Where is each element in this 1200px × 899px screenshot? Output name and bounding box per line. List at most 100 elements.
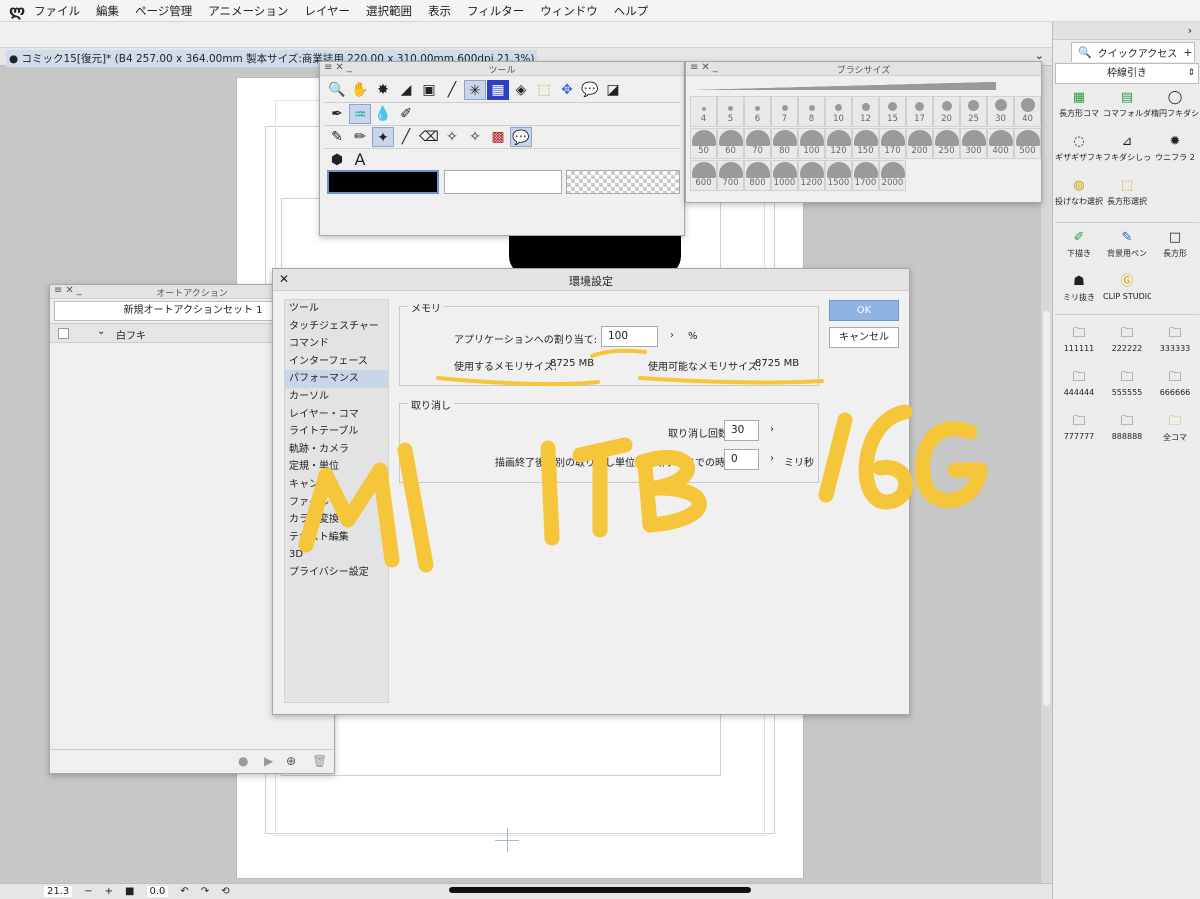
category-item[interactable]: ライトテーブル: [285, 423, 388, 441]
rotate-left-icon[interactable]: ↶: [180, 886, 188, 897]
dialog-header[interactable]: ✕ 環境設定: [273, 269, 909, 291]
sparkle-brush-2-icon[interactable]: ✧: [464, 127, 486, 147]
brush-size-cell[interactable]: 1500: [825, 160, 852, 191]
undo-count-field[interactable]: 30: [724, 420, 759, 441]
quick-access-item[interactable]: ⬚ 長方形選択: [1103, 174, 1151, 218]
line-tool-icon[interactable]: ╱: [395, 127, 417, 147]
category-item[interactable]: ツール: [285, 300, 388, 318]
add-action-icon[interactable]: ⊕: [286, 754, 296, 768]
brush-size-cell[interactable]: 15: [879, 96, 906, 127]
category-item[interactable]: パフォーマンス: [285, 370, 388, 388]
pattern-tool-icon[interactable]: ▦: [487, 80, 509, 100]
menu-edit[interactable]: 編集: [96, 3, 119, 19]
brush-size-cell[interactable]: 40: [1014, 96, 1041, 127]
brush-size-cell[interactable]: 200: [906, 128, 933, 159]
menu-filter[interactable]: フィルター: [467, 3, 524, 19]
brush-size-cell[interactable]: 30: [987, 96, 1014, 127]
pen-tool-icon[interactable]: ✒: [326, 104, 348, 124]
quick-access-item[interactable]: ◯ 楕円フキダシ: [1151, 86, 1199, 130]
brush-size-cell[interactable]: 10: [825, 96, 852, 127]
quick-access-item[interactable]: ✎ 背景用ペン: [1103, 226, 1151, 270]
brush-tool-icon[interactable]: ╱: [441, 80, 463, 100]
brush-size-cell[interactable]: 800: [744, 160, 771, 191]
brush-size-cell[interactable]: 6: [744, 96, 771, 127]
balloon-tool-icon[interactable]: 💬: [579, 80, 601, 100]
brush-size-cell[interactable]: 170: [879, 128, 906, 159]
screentone-tool-icon[interactable]: ▩: [487, 127, 509, 147]
quick-access-item[interactable]: ▦ 長方形コマ: [1055, 86, 1103, 130]
play-icon[interactable]: ▶: [264, 754, 273, 768]
quick-access-item[interactable]: ⊿ フキダシしっぽ: [1103, 130, 1151, 174]
brush-size-cell[interactable]: 500: [1014, 128, 1041, 159]
brush-size-slider[interactable]: [696, 82, 996, 90]
transparent-color-swatch[interactable]: [566, 170, 680, 194]
brush-size-cell[interactable]: 150: [852, 128, 879, 159]
brush-size-cell[interactable]: 1200: [798, 160, 825, 191]
marker-tool-icon[interactable]: ✏: [349, 127, 371, 147]
frame-border-tool-icon[interactable]: ◪: [602, 80, 624, 100]
clip-studio-logo-icon[interactable]: ლ: [0, 2, 34, 20]
fill-tool-icon[interactable]: ◈: [510, 80, 532, 100]
menu-window[interactable]: ウィンドウ: [540, 3, 598, 19]
brush-size-header[interactable]: ≡✕_ ブラシサイズ: [686, 62, 1041, 76]
ok-button[interactable]: OK: [829, 300, 899, 321]
quick-access-item[interactable]: 🗀 222222: [1103, 322, 1151, 366]
menu-selection[interactable]: 選択範囲: [366, 3, 412, 19]
object-tool-icon[interactable]: ⬢: [326, 150, 348, 170]
canvas-scrollbar[interactable]: [1041, 66, 1052, 883]
quick-access-set-select[interactable]: 枠線引き ⇕: [1055, 63, 1199, 84]
menu-animation[interactable]: アニメーション: [208, 3, 288, 19]
zoom-out-button[interactable]: −: [84, 886, 92, 897]
sub-color-swatch[interactable]: [444, 170, 562, 194]
pencil-tool-icon[interactable]: ✎: [326, 127, 348, 147]
category-item[interactable]: 軌跡・カメラ: [285, 441, 388, 459]
zoom-tool-icon[interactable]: 🔍: [326, 80, 348, 100]
quick-access-item[interactable]: ▤ コマフォルダー: [1103, 86, 1151, 130]
menu-view[interactable]: 表示: [428, 3, 451, 19]
quick-access-item[interactable]: 🗀 333333: [1151, 322, 1199, 366]
trash-icon[interactable]: 🗑: [312, 754, 327, 768]
quick-access-item[interactable]: 🗀 555555: [1103, 366, 1151, 410]
quick-access-item[interactable]: Ⓖ CLIP STUDIO: [1103, 270, 1151, 314]
hand-tool-icon[interactable]: ✋: [349, 80, 371, 100]
fit-icon[interactable]: ■: [125, 886, 134, 897]
category-item[interactable]: カラー変換: [285, 511, 388, 529]
eraser-tool-icon[interactable]: ⌫: [418, 127, 440, 147]
brush-size-cell[interactable]: 4: [690, 96, 717, 127]
alloc-stepper-icon[interactable]: ›: [670, 330, 674, 341]
quick-access-item[interactable]: 🗀 777777: [1055, 410, 1103, 454]
quick-access-item[interactable]: ✐ 下描き: [1055, 226, 1103, 270]
tool-palette-header[interactable]: ≡✕_ ツール: [320, 62, 684, 76]
category-item[interactable]: ファイル: [285, 494, 388, 512]
collapse-icon[interactable]: ›: [1188, 24, 1192, 37]
category-item[interactable]: プライバシー設定: [285, 564, 388, 582]
quick-access-item[interactable]: ◍ 投げなわ選択: [1055, 174, 1103, 218]
category-item[interactable]: コマンド: [285, 335, 388, 353]
quick-access-item[interactable]: ☗ ミリ抜き: [1055, 270, 1103, 314]
brush-size-cell[interactable]: 60: [717, 128, 744, 159]
text-tool-icon[interactable]: A: [349, 150, 371, 170]
brush-size-cell[interactable]: 2000: [879, 160, 906, 191]
undo-time-field[interactable]: 0: [724, 449, 759, 470]
chevron-down-icon[interactable]: ⌄: [97, 326, 105, 337]
brush-size-cell[interactable]: 8: [798, 96, 825, 127]
brush-size-cell[interactable]: 100: [798, 128, 825, 159]
blend-tool-icon[interactable]: 💧: [372, 104, 394, 124]
brush-size-cell[interactable]: 7: [771, 96, 798, 127]
quick-access-item[interactable]: 🗀 888888: [1103, 410, 1151, 454]
category-item[interactable]: タッチジェスチャー: [285, 318, 388, 336]
brush-size-cell[interactable]: 5: [717, 96, 744, 127]
add-icon[interactable]: +: [1183, 46, 1192, 59]
menu-help[interactable]: ヘルプ: [614, 3, 649, 19]
quick-access-item[interactable]: □ 長方形: [1151, 226, 1199, 270]
brush-size-cell[interactable]: 17: [906, 96, 933, 127]
category-item[interactable]: レイヤー・コマ: [285, 406, 388, 424]
reset-rotation-icon[interactable]: ⟲: [221, 886, 229, 897]
brush-size-cell[interactable]: 400: [987, 128, 1014, 159]
menu-file[interactable]: ファイル: [34, 3, 80, 19]
brush-size-cell[interactable]: 80: [771, 128, 798, 159]
category-item[interactable]: キャンバス: [285, 476, 388, 494]
cancel-button[interactable]: キャンセル: [829, 327, 899, 348]
eyedropper-tool-icon[interactable]: ✐: [395, 104, 417, 124]
spray-tool-icon[interactable]: ♒: [349, 104, 371, 124]
